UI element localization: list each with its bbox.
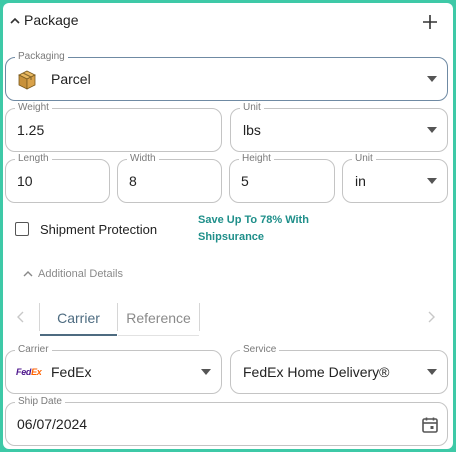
- height-field[interactable]: Height 5: [229, 152, 335, 203]
- tab-divider: [199, 303, 200, 331]
- additional-details-label: Additional Details: [38, 268, 123, 280]
- shipsurance-promo-line2[interactable]: Shipsurance: [198, 231, 264, 243]
- length-value: 10: [17, 173, 33, 189]
- ship-date-field[interactable]: Ship Date 06/07/2024: [5, 395, 448, 446]
- chevron-down-icon: [427, 369, 437, 375]
- weight-field[interactable]: Weight 1.25: [5, 101, 222, 152]
- service-select[interactable]: Service FedEx Home Delivery®: [230, 343, 448, 394]
- fedex-logo: FedEx: [16, 367, 42, 377]
- tab-carrier-underline: [40, 334, 117, 336]
- width-field[interactable]: Width 8: [117, 152, 222, 203]
- shipment-protection-checkbox[interactable]: [15, 222, 29, 236]
- packaging-value: Parcel: [51, 71, 91, 87]
- shipsurance-promo-line1[interactable]: Save Up To 78% With: [198, 214, 309, 226]
- carrier-value: FedEx: [51, 364, 92, 380]
- weight-unit-value: lbs: [243, 122, 261, 138]
- carrier-select[interactable]: Carrier FedEx FedEx: [5, 343, 222, 394]
- dimension-unit-select[interactable]: Unit in: [342, 152, 448, 203]
- section-title: Package: [24, 12, 79, 28]
- ship-date-value: 06/07/2024: [17, 416, 88, 432]
- add-package-button[interactable]: [421, 13, 439, 31]
- dimension-unit-value: in: [355, 173, 366, 189]
- height-value: 5: [241, 173, 249, 189]
- calendar-icon[interactable]: [421, 416, 439, 434]
- shipment-protection-label: Shipment Protection: [40, 222, 158, 237]
- tabs-bottom-border: [118, 335, 199, 336]
- chevron-down-icon: [201, 369, 211, 375]
- tab-carrier-label: Carrier: [57, 310, 100, 326]
- tab-carrier[interactable]: Carrier: [40, 300, 117, 336]
- package-panel: Package Packaging Parcel Weight 1.25 Uni…: [3, 3, 453, 449]
- chevron-down-icon: [427, 127, 437, 133]
- weight-value: 1.25: [17, 122, 45, 138]
- additional-details-toggle[interactable]: Additional Details: [22, 268, 123, 280]
- carrier-label: Carrier: [15, 343, 52, 357]
- length-field[interactable]: Length 10: [5, 152, 110, 203]
- tab-reference-label: Reference: [126, 310, 191, 326]
- weight-unit-select[interactable]: Unit lbs: [230, 101, 448, 152]
- chevron-down-icon: [427, 178, 437, 184]
- tabs-scroll-right-icon[interactable]: [426, 310, 436, 323]
- service-value: FedEx Home Delivery®: [243, 364, 390, 380]
- box-icon: [17, 70, 37, 90]
- tabs-scroll-left-icon[interactable]: [16, 310, 26, 323]
- chevron-up-icon: [23, 271, 33, 277]
- plus-icon: [423, 15, 437, 29]
- packaging-select[interactable]: Packaging Parcel: [5, 50, 448, 101]
- collapse-chevron-icon[interactable]: [9, 14, 21, 26]
- tab-reference[interactable]: Reference: [118, 300, 199, 336]
- width-value: 8: [129, 173, 137, 189]
- chevron-down-icon: [427, 76, 437, 82]
